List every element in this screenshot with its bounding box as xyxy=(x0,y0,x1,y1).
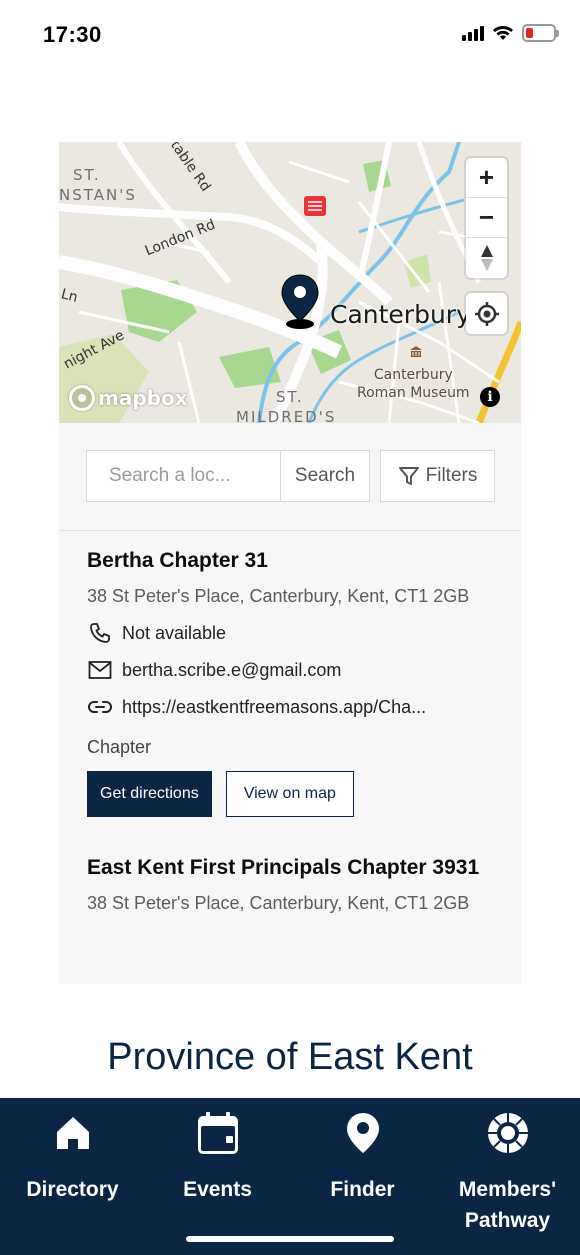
nav-item-members-pathway[interactable]: Members' Pathway xyxy=(435,1098,580,1255)
crosshair-icon xyxy=(474,301,499,326)
signal-icon xyxy=(462,25,484,41)
nav-item-finder[interactable]: Finder xyxy=(290,1098,435,1255)
result-title: Bertha Chapter 31 xyxy=(87,549,268,572)
mapbox-logo-icon xyxy=(69,385,95,411)
mapbox-logo-text: mapbox xyxy=(98,386,188,410)
filters-label: Filters xyxy=(425,465,478,486)
result-address: 38 St Peter's Place, Canterbury, Kent, C… xyxy=(87,893,470,913)
mapbox-logo[interactable]: mapbox xyxy=(69,385,188,411)
filters-button[interactable]: Filters xyxy=(380,450,495,502)
zoom-controls: + − xyxy=(466,158,507,278)
mail-icon xyxy=(87,658,112,683)
search-button[interactable]: Search xyxy=(280,451,369,501)
home-indicator[interactable] xyxy=(186,1236,394,1242)
results-list: Bertha Chapter 31 38 St Peter's Place, C… xyxy=(87,547,497,916)
phone-icon xyxy=(87,621,112,646)
nav-label-members-pathway: Members' Pathway xyxy=(458,1178,557,1232)
map-view[interactable]: ST. NSTAN'S London Rd table Rd Ln night … xyxy=(59,142,521,423)
map-museum-line-1: Canterbury xyxy=(373,367,453,383)
website-text: https://eastkentfreemasons.app/Cha... xyxy=(122,696,427,717)
result-email[interactable]: bertha.scribe.e@gmail.com xyxy=(87,657,497,683)
link-icon xyxy=(87,695,112,720)
map-museum-label: Canterbury Roman Museum xyxy=(357,366,470,402)
map-pin-icon xyxy=(346,1110,380,1156)
result-phone: Not available xyxy=(87,620,497,646)
museum-icon xyxy=(410,346,422,357)
result-item[interactable]: East Kent First Principals Chapter 3931 … xyxy=(87,854,497,916)
nav-label-directory: Directory xyxy=(26,1178,119,1201)
pathway-icon xyxy=(486,1110,530,1156)
email-text: bertha.scribe.e@gmail.com xyxy=(122,659,342,680)
nav-item-directory[interactable]: Directory xyxy=(0,1098,145,1255)
map-label-st-dunstans-1: ST. xyxy=(73,166,101,184)
phone-text: Not available xyxy=(122,622,227,643)
attribution-info-icon[interactable]: i xyxy=(480,387,500,407)
view-on-map-button[interactable]: View on map xyxy=(225,771,354,817)
wifi-icon xyxy=(493,26,513,40)
zoom-in-button[interactable]: + xyxy=(466,158,507,198)
result-website[interactable]: https://eastkentfreemasons.app/Cha... xyxy=(87,694,497,720)
status-bar: 17:30 xyxy=(0,0,580,70)
province-title: Province of East Kent xyxy=(107,1036,473,1078)
map-label-st-dunstans-2: NSTAN'S xyxy=(59,186,137,204)
search-row: Search Filters xyxy=(86,450,495,502)
map-label-st-mildreds-1: ST. xyxy=(276,388,304,406)
compass-button[interactable] xyxy=(466,238,507,278)
nav-label-events: Events xyxy=(183,1178,252,1201)
compass-icon xyxy=(480,245,493,271)
zoom-out-button[interactable]: − xyxy=(466,198,507,238)
store-locator-widget: ST. NSTAN'S London Rd table Rd Ln night … xyxy=(59,142,521,984)
get-directions-button[interactable]: Get directions xyxy=(87,771,212,817)
status-time: 17:30 xyxy=(43,22,102,47)
result-item[interactable]: Bertha Chapter 31 38 St Peter's Place, C… xyxy=(87,547,497,817)
map-label-st-mildreds-2: MILDRED'S xyxy=(236,408,337,423)
result-title: East Kent First Principals Chapter 3931 xyxy=(87,856,480,879)
map-marker-icon[interactable] xyxy=(280,273,320,331)
nav-label-finder: Finder xyxy=(330,1178,395,1201)
calendar-icon xyxy=(197,1110,239,1156)
nav-item-events[interactable]: Events xyxy=(145,1098,290,1255)
map-museum-line-2: Roman Museum xyxy=(357,385,470,401)
filter-icon xyxy=(398,467,419,485)
result-actions: Get directions View on map xyxy=(87,771,497,817)
search-box: Search xyxy=(86,450,370,502)
result-address: 38 St Peter's Place, Canterbury, Kent, C… xyxy=(87,586,470,606)
bottom-nav: Directory Events Finder Members' Pathway xyxy=(0,1098,580,1255)
battery-icon xyxy=(522,24,559,42)
geolocate-button[interactable] xyxy=(466,293,507,334)
search-input[interactable] xyxy=(87,451,280,501)
map-place-label: Canterbury xyxy=(330,300,471,329)
home-icon xyxy=(55,1110,91,1156)
result-type: Chapter xyxy=(87,737,152,757)
divider xyxy=(59,530,521,531)
status-icons xyxy=(462,24,559,42)
